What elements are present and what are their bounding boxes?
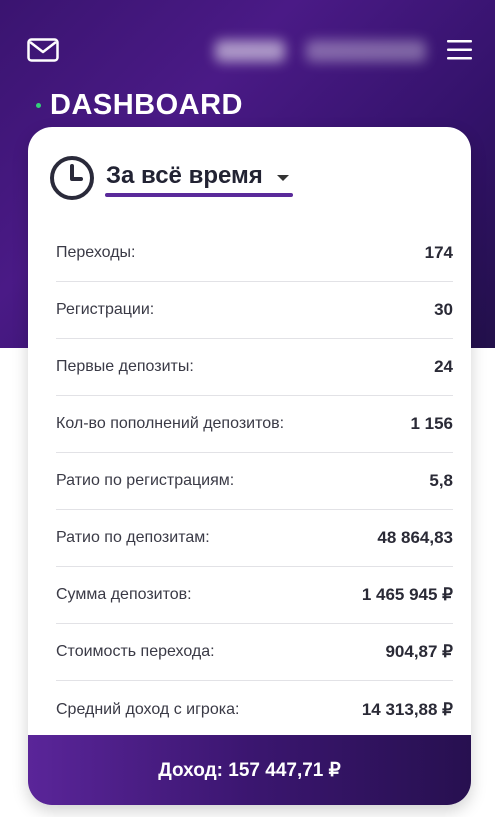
stat-label: Регистрации: [56,301,155,318]
stat-label: Ратио по депозитам: [56,529,210,546]
stat-label: Переходы: [56,244,136,261]
stat-value: 1 156 [410,414,453,433]
stat-row-click-cost: Стоимость перехода: 904,87 ₽ [56,624,453,681]
stat-value: 30 [434,300,453,319]
stat-label: Ратио по регистрациям: [56,472,235,489]
stat-value: 48 864,83 [377,528,453,547]
stat-label: Кол-во пополнений депозитов: [56,415,285,432]
stat-row-deposit-count: Кол-во пополнений депозитов: 1 156 [56,396,453,453]
stat-value: 174 [424,243,453,262]
income-total: Доход: 157 447,71 ₽ [28,735,471,805]
stat-label: Средний доход с игрока: [56,700,240,718]
stat-value: 1 465 945 ₽ [361,585,453,604]
user-id-redacted [215,40,285,62]
mail-icon[interactable] [27,38,59,62]
period-underline [105,193,293,197]
stat-row-deposit-sum: Сумма депозитов: 1 465 945 ₽ [56,567,453,624]
stat-value: 14 313,88 ₽ [361,699,453,719]
top-bar [0,0,495,80]
stat-label: Стоимость перехода: [56,643,215,660]
stat-row-first-deposits: Первые депозиты: 24 [56,339,453,396]
status-dot [36,102,41,108]
stat-value: 24 [434,357,453,376]
clock-icon [50,156,94,200]
stat-row-ratio-deposits: Ратио по депозитам: 48 864,83 [56,510,453,567]
stats-list: Переходы: 174 Регистрации: 30 Первые деп… [28,225,471,738]
chevron-down-icon[interactable] [276,175,289,181]
page-title-text: DASHBOARD [50,88,243,121]
stat-value: 5,8 [429,471,453,490]
page-title: DASHBOARD [36,88,243,122]
stats-card: За всё время Переходы: 174 Регистрации: … [28,127,471,805]
period-label[interactable]: За всё время [106,162,263,194]
stat-label: Первые депозиты: [56,358,194,375]
hamburger-menu-icon[interactable] [447,39,472,61]
stat-row-clicks: Переходы: 174 [56,225,453,282]
stat-row-ratio-registrations: Ратио по регистрациям: 5,8 [56,453,453,510]
user-name-redacted [306,40,426,62]
stat-row-avg-income: Средний доход с игрока: 14 313,88 ₽ [56,681,453,738]
stat-label: Сумма депозитов: [56,586,192,603]
stat-value: 904,87 ₽ [385,642,453,661]
stat-row-registrations: Регистрации: 30 [56,282,453,339]
